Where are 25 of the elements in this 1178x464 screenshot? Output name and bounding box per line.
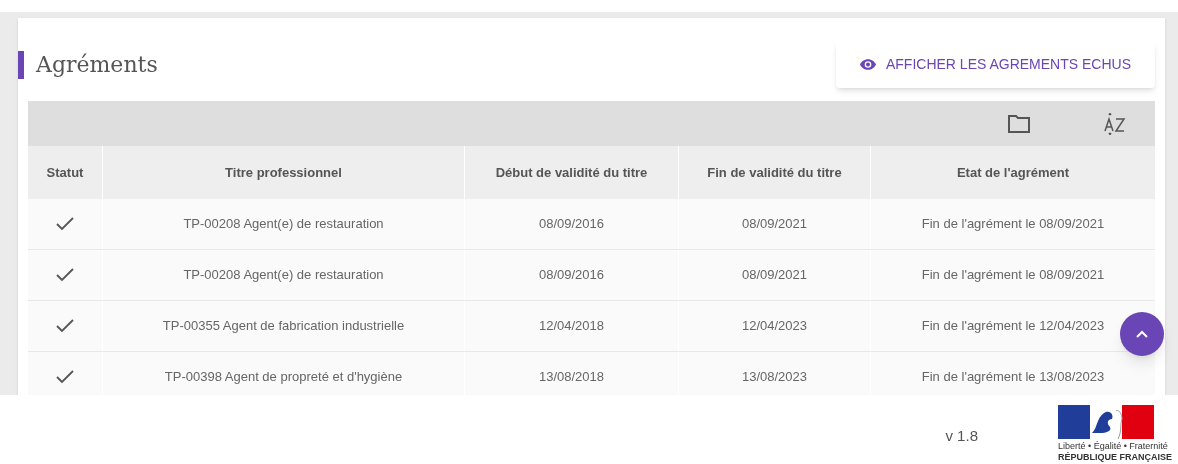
table-cell: 13/08/2018: [464, 352, 678, 395]
logo-motto: Liberté • Égalité • Fraternité: [1058, 441, 1168, 452]
sort-az-icon[interactable]: [1103, 112, 1127, 135]
column-header: Statut: [45, 163, 85, 182]
table-cell: 12/04/2023: [678, 301, 870, 351]
title-accent-bar: [18, 50, 24, 79]
table-cell: 08/09/2021: [678, 250, 870, 300]
show-expired-button[interactable]: AFFICHER LES AGREMENTS ECHUS: [835, 41, 1155, 88]
eye-icon: [859, 59, 876, 70]
table-cell: 08/09/2016: [464, 199, 678, 249]
card-title: Agréments: [36, 51, 158, 79]
table-cell: Fin de l'agrément le 08/09/2021: [870, 250, 1155, 300]
table-cell: TP-00398 Agent de propreté et d'hygiène: [102, 352, 464, 395]
table-cell: 08/09/2021: [678, 199, 870, 249]
table-cell: 08/09/2016: [464, 250, 678, 300]
table-cell: 13/08/2023: [678, 352, 870, 395]
table-cell: TP-00355 Agent de fabrication industrielle: [102, 301, 464, 351]
version-label: v 1.8: [945, 426, 978, 446]
chevron-up-icon: [1136, 330, 1148, 338]
folder-icon[interactable]: [1007, 113, 1031, 134]
table-cell: TP-00208 Agent(e) de restauration: [102, 199, 464, 249]
table-cell: 12/04/2018: [464, 301, 678, 351]
logo-name: RÉPUBLIQUE FRANÇAISE: [1058, 452, 1172, 463]
table-cell: Fin de l'agrément le 08/09/2021: [870, 199, 1155, 249]
table-cell: TP-00208 Agent(e) de restauration: [102, 250, 464, 300]
